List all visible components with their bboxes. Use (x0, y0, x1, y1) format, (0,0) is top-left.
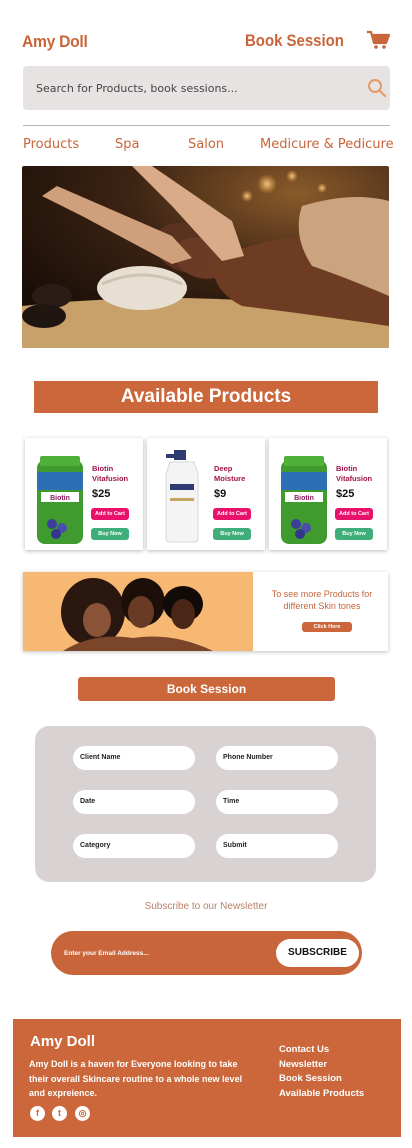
email-input[interactable] (64, 945, 264, 961)
client-name-field[interactable]: Client Name (73, 746, 195, 770)
buy-now-button[interactable]: Buy Now (335, 528, 373, 540)
skin-tones-banner: To see more Products for different Skin … (23, 572, 388, 651)
search-input[interactable] (36, 78, 336, 98)
divider (23, 125, 390, 126)
newsletter-title: Subscribe to our Newsletter (144, 901, 268, 912)
product-card[interactable]: Biotin Biotin Vitafusion $25 Add to Cart… (25, 438, 143, 550)
add-to-cart-button[interactable]: Add to Cart (91, 508, 129, 520)
buy-now-button[interactable]: Buy Now (213, 528, 251, 540)
product-name: Biotin Vitafusion (336, 464, 373, 483)
product-name: Biotin Vitafusion (92, 464, 129, 483)
footer-links: Contact Us Newsletter Book Session Avail… (279, 1043, 364, 1101)
search-bar (23, 66, 390, 110)
hero-image (22, 166, 389, 348)
facebook-icon[interactable]: f (30, 1106, 45, 1121)
twitter-icon[interactable]: t (52, 1106, 67, 1121)
footer-link-products[interactable]: Available Products (279, 1087, 364, 1102)
buy-now-button[interactable]: Buy Now (91, 528, 129, 540)
footer: Amy Doll Amy Doll is a haven for Everyon… (13, 1019, 401, 1137)
add-to-cart-button[interactable]: Add to Cart (335, 508, 373, 520)
footer-brand: Amy Doll (30, 1033, 96, 1050)
add-to-cart-button[interactable]: Add to Cart (213, 508, 251, 520)
book-session-title: Book Session (78, 677, 335, 701)
bottle-label: Biotin (294, 495, 314, 502)
banner-image (23, 572, 253, 651)
product-price: $9 (214, 488, 227, 500)
date-field[interactable]: Date (73, 790, 195, 814)
product-image: Biotin (281, 456, 327, 544)
bottle-label: Biotin (50, 495, 70, 502)
submit-button[interactable]: Submit (216, 834, 338, 858)
search-icon[interactable] (366, 77, 388, 99)
footer-description: Amy Doll is a haven for Everyone looking… (29, 1059, 243, 1098)
banner-text: To see more Products for different Skin … (271, 589, 373, 611)
nav-manicure-pedicure[interactable]: Medicure & Pedicure (260, 137, 394, 152)
newsletter-bar: SUBSCRIBE (51, 931, 362, 975)
click-here-button[interactable]: Click Here (302, 622, 352, 632)
time-field[interactable]: Time (216, 790, 338, 814)
available-products-title: Available Products (34, 381, 378, 413)
brand-logo[interactable]: Amy Doll (22, 32, 88, 52)
product-card[interactable]: Biotin Biotin Vitafusion $25 Add to Cart… (269, 438, 387, 550)
product-image: Biotin (37, 456, 83, 544)
nav-products[interactable]: Products (23, 137, 79, 152)
product-image (165, 450, 199, 543)
subscribe-button[interactable]: SUBSCRIBE (276, 939, 359, 967)
product-price: $25 (336, 488, 355, 500)
nav-spa[interactable]: Spa (115, 137, 139, 152)
footer-link-newsletter[interactable]: Newsletter (279, 1058, 364, 1073)
footer-link-book-session[interactable]: Book Session (279, 1072, 364, 1087)
product-price: $25 (92, 488, 111, 500)
cart-icon[interactable] (366, 30, 390, 50)
booking-form: Client Name Phone Number Date Time Categ… (35, 726, 376, 882)
footer-link-contact[interactable]: Contact Us (279, 1043, 364, 1058)
nav-salon[interactable]: Salon (188, 137, 224, 152)
phone-number-field[interactable]: Phone Number (216, 746, 338, 770)
product-name: Deep Moisture (214, 464, 246, 483)
category-field[interactable]: Category (73, 834, 195, 858)
book-session-link[interactable]: Book Session (245, 31, 344, 51)
product-card[interactable]: Deep Moisture $9 Add to Cart Buy Now (147, 438, 265, 550)
instagram-icon[interactable]: ◎ (75, 1106, 90, 1121)
